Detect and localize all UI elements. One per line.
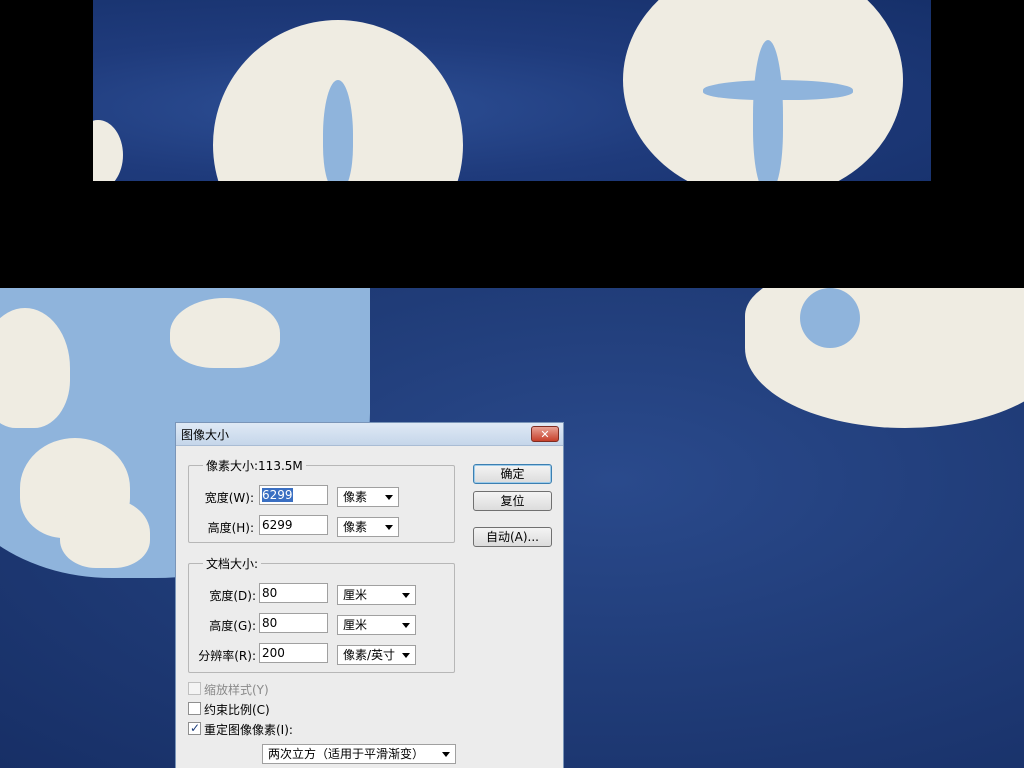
scale-styles-checkbox[interactable] xyxy=(188,682,201,695)
flower-shape xyxy=(703,80,853,100)
pixel-width-label: 宽度(W): xyxy=(204,491,254,505)
resample-checkbox[interactable]: ✓ xyxy=(188,721,201,735)
scale-styles-label: 缩放样式(Y) xyxy=(204,683,269,697)
flower-shape xyxy=(93,120,123,181)
resolution-label: 分辨率(R): xyxy=(198,649,256,663)
ok-button[interactable]: 确定 xyxy=(473,464,552,484)
resample-method: 两次立方（适用于平滑渐变） xyxy=(268,747,425,761)
chevron-down-icon xyxy=(385,525,393,530)
chevron-down-icon xyxy=(385,495,393,500)
pixel-width-value: 6299 xyxy=(262,488,293,502)
doc-height-value: 80 xyxy=(262,616,278,630)
doc-height-label: 高度(G): xyxy=(209,619,256,633)
reset-button[interactable]: 复位 xyxy=(473,491,552,511)
chevron-down-icon xyxy=(402,653,410,658)
flower-shape xyxy=(745,288,1024,428)
resolution-unit-select[interactable]: 像素/英寸 xyxy=(337,645,416,665)
doc-width-unit: 厘米 xyxy=(343,588,368,602)
doc-width-value: 80 xyxy=(262,586,278,600)
document-size-legend: 文档大小: xyxy=(203,555,262,572)
pixel-height-value: 6299 xyxy=(262,518,293,532)
pixel-width-input[interactable]: 6299 xyxy=(259,485,328,505)
close-button[interactable]: ✕ xyxy=(531,426,559,442)
top-artwork-image xyxy=(93,0,931,181)
pixel-height-label: 高度(H): xyxy=(207,521,254,535)
doc-height-unit-select[interactable]: 厘米 xyxy=(337,615,416,635)
flower-shape xyxy=(800,288,860,348)
chevron-down-icon xyxy=(442,752,450,757)
resolution-input[interactable]: 200 xyxy=(259,643,328,663)
image-size-dialog: 图像大小 ✕ 像素大小:113.5M 宽度(W): 6299 像素 高度(H):… xyxy=(175,422,564,768)
pixel-width-unit-select[interactable]: 像素 xyxy=(337,487,399,507)
auto-button[interactable]: 自动(A)... xyxy=(473,527,552,547)
doc-height-input[interactable]: 80 xyxy=(259,613,328,633)
flower-shape xyxy=(60,498,150,568)
pixel-height-unit: 像素 xyxy=(343,520,368,534)
pixel-height-input[interactable]: 6299 xyxy=(259,515,328,535)
resolution-unit: 像素/英寸 xyxy=(343,648,396,662)
flower-shape xyxy=(170,298,280,368)
resample-method-select[interactable]: 两次立方（适用于平滑渐变） xyxy=(262,744,456,764)
doc-width-input[interactable]: 80 xyxy=(259,583,328,603)
pixel-height-unit-select[interactable]: 像素 xyxy=(337,517,399,537)
dialog-title: 图像大小 xyxy=(181,428,230,442)
checkmark-icon: ✓ xyxy=(190,721,201,735)
resolution-value: 200 xyxy=(262,646,285,660)
close-icon: ✕ xyxy=(540,428,550,441)
doc-height-unit: 厘米 xyxy=(343,618,368,632)
doc-width-unit-select[interactable]: 厘米 xyxy=(337,585,416,605)
constrain-proportions-checkbox[interactable] xyxy=(188,702,201,715)
chevron-down-icon xyxy=(402,593,410,598)
pixel-width-unit: 像素 xyxy=(343,490,368,504)
flower-shape xyxy=(323,80,353,181)
flower-shape xyxy=(753,40,783,181)
constrain-proportions-label: 约束比例(C) xyxy=(204,703,270,717)
doc-width-label: 宽度(D): xyxy=(209,589,256,603)
chevron-down-icon xyxy=(402,623,410,628)
dialog-titlebar[interactable]: 图像大小 ✕ xyxy=(176,423,563,446)
resample-label: 重定图像像素(I): xyxy=(204,723,293,737)
pixel-dimensions-legend: 像素大小:113.5M xyxy=(203,457,306,474)
